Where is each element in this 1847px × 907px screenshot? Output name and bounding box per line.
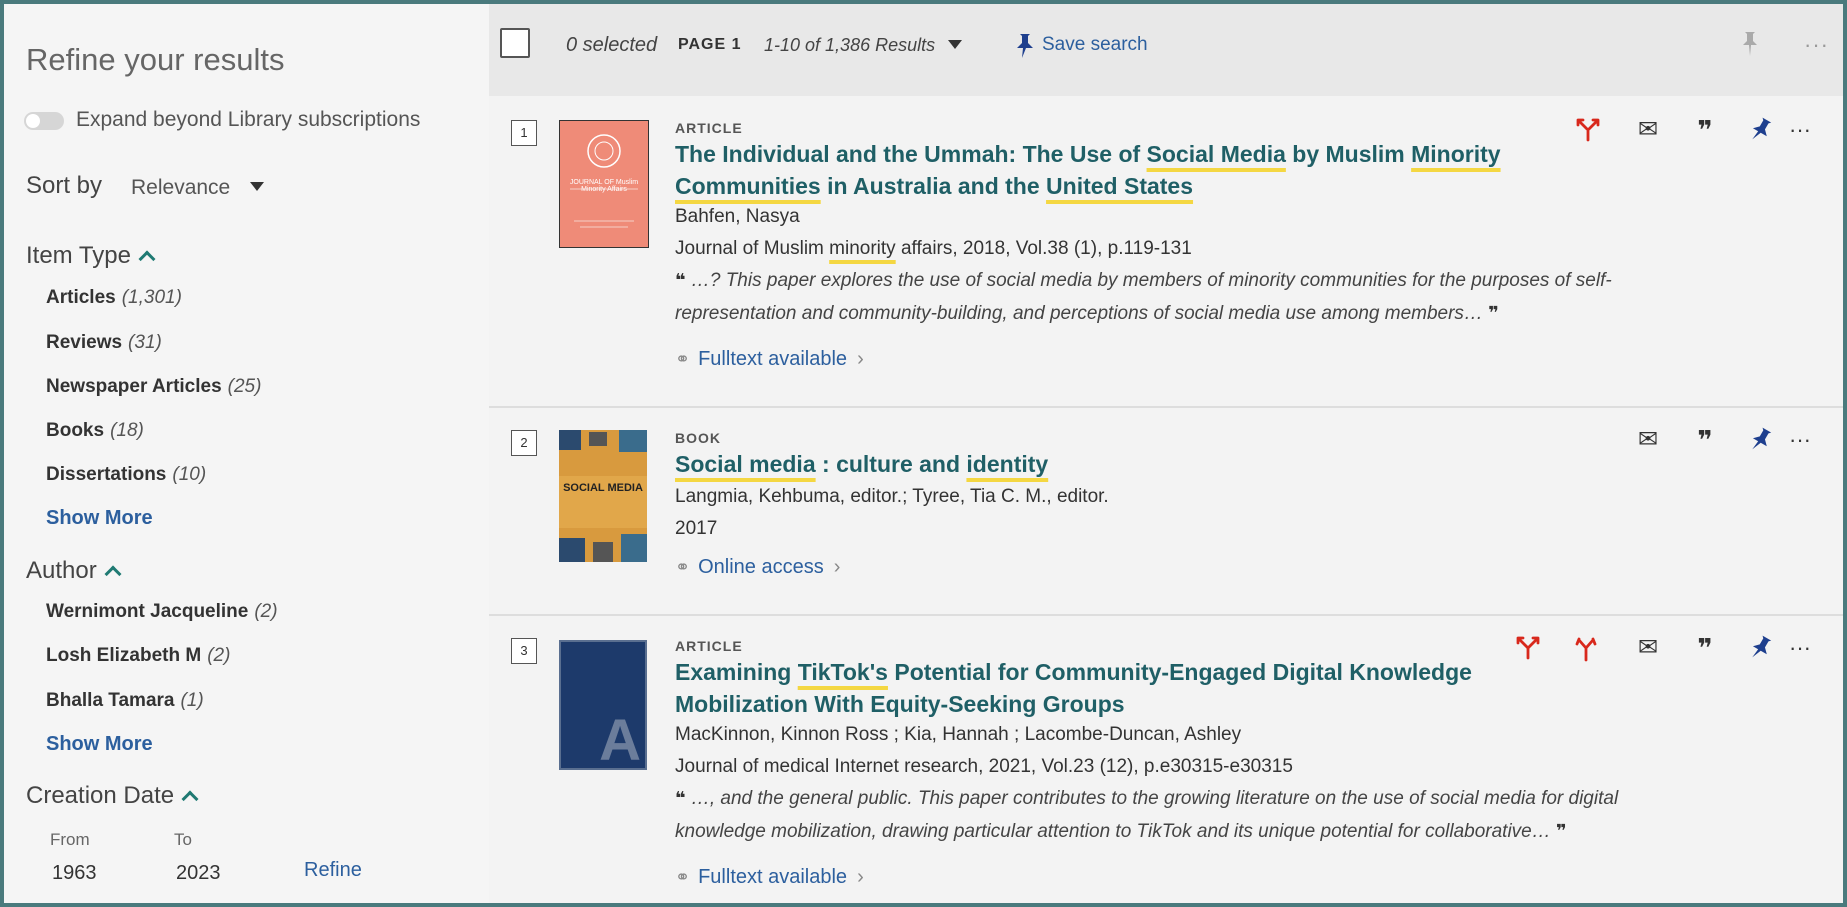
citation-icon[interactable]: ❞ [1690,426,1720,454]
facet-item-books[interactable]: Books (18) [46,420,144,442]
online-access-link[interactable]: ⚭ Online access › [675,556,840,579]
result-actions: ✉ ❞ ··· [1513,634,1813,662]
result-type: ARTICLE [675,638,743,654]
pin-icon[interactable] [1745,426,1775,454]
result-item-1[interactable]: 1 JOURNAL OF Muslim Minority Affairs ART… [489,98,1843,408]
pin-icon[interactable] [1745,634,1775,662]
expand-toggle[interactable] [24,112,64,130]
result-item-2[interactable]: 2 SOCIAL MEDIA BOOK Social media : cultu… [489,408,1843,616]
facet-heading-item-type[interactable]: Item Type [26,242,156,270]
result-title-link[interactable]: The Individual and the Ummah: The Use of… [675,138,1595,202]
citation-icon[interactable]: ❞ [1690,116,1720,144]
more-options-icon[interactable]: ··· [1785,116,1815,144]
result-thumbnail[interactable]: JOURNAL OF Muslim Minority Affairs [559,120,649,248]
item-type-show-more-link[interactable]: Show More [46,507,153,530]
selected-count: 0 selected [566,34,658,56]
chevron-right-icon: › [857,866,864,888]
result-number: 3 [511,638,537,664]
result-year: 2017 [675,518,718,539]
chevron-right-icon: › [833,556,841,578]
quote-open-icon: ❝ [675,270,686,290]
result-snippet: ❝ …? This paper explores the use of soci… [675,270,1612,324]
result-title-link[interactable]: Examining TikTok's Potential for Communi… [675,656,1595,720]
expand-toggle-label: Expand beyond Library subscriptions [76,108,421,131]
sidebar-title: Refine your results [26,42,285,77]
chevron-up-icon [181,790,199,808]
quote-close-icon: ❞ [1488,303,1499,323]
split-icon[interactable] [1571,634,1601,662]
facet-heading-creation-date[interactable]: Creation Date [26,782,199,810]
result-source: Journal of medical Internet research, 20… [675,756,1293,777]
sort-dropdown[interactable]: Relevance [131,176,230,200]
email-icon[interactable]: ✉ [1633,634,1663,662]
merge-icon[interactable] [1573,116,1603,144]
chevron-up-icon [138,250,156,268]
select-all-checkbox[interactable] [500,28,530,58]
facet-item-reviews[interactable]: Reviews (31) [46,332,162,354]
result-type: ARTICLE [675,120,743,136]
pin-icon[interactable] [1740,30,1760,58]
result-thumbnail[interactable]: SOCIAL MEDIA [559,430,647,562]
result-number: 2 [511,430,537,456]
result-actions: ✉ ❞ ··· [1573,116,1813,144]
link-icon: ⚭ [675,349,691,369]
fulltext-available-link[interactable]: ⚭ Fulltext available › [675,348,864,371]
chevron-right-icon: › [857,348,864,370]
date-to-input[interactable]: 2023 [176,862,221,885]
facet-item-author[interactable]: Losh Elizabeth M (2) [46,645,230,667]
page-indicator: PAGE 1 [678,36,742,53]
facet-item-newspaper-articles[interactable]: Newspaper Articles (25) [46,376,261,398]
date-from-input[interactable]: 1963 [52,862,97,885]
facet-sidebar: Refine your results Expand beyond Librar… [4,4,489,903]
email-icon[interactable]: ✉ [1633,116,1663,144]
fulltext-available-link[interactable]: ⚭ Fulltext available › [675,866,864,889]
chevron-up-icon [104,565,122,583]
app-frame: Refine your results Expand beyond Librar… [0,0,1847,907]
facet-item-author[interactable]: Wernimont Jacqueline (2) [46,601,278,623]
link-icon: ⚭ [675,867,691,887]
author-show-more-link[interactable]: Show More [46,733,153,756]
result-thumbnail[interactable]: A [559,640,647,770]
facet-item-author[interactable]: Bhalla Tamara (1) [46,690,204,712]
facet-heading-author[interactable]: Author [26,557,122,585]
result-author: Bahfen, Nasya [675,206,800,227]
result-author: MacKinnon, Kinnon Ross ; Kia, Hannah ; L… [675,724,1242,745]
caret-down-icon[interactable] [948,40,962,49]
more-options-icon[interactable]: ··· [1785,426,1815,454]
refine-date-button[interactable]: Refine [304,859,362,882]
sort-label: Sort by [26,172,103,199]
quote-close-icon: ❞ [1556,821,1567,841]
date-to-label: To [174,830,192,849]
save-search-button[interactable]: Save search [1042,34,1148,56]
result-number: 1 [511,120,537,146]
result-item-3[interactable]: 3 A ARTICLE Examining TikTok's Potential… [489,616,1843,903]
facet-item-dissertations[interactable]: Dissertations (10) [46,464,206,486]
result-actions: ✉ ❞ ··· [1573,426,1813,454]
pin-icon[interactable] [1745,116,1775,144]
email-icon[interactable]: ✉ [1633,426,1663,454]
cover-title: SOCIAL MEDIA [563,482,643,494]
result-author: Langmia, Kehbuma, editor.; Tyree, Tia C.… [675,486,1109,507]
cover-title: JOURNAL OF Muslim Minority Affairs [569,179,639,193]
merge-icon[interactable] [1513,634,1543,662]
date-from-label: From [50,830,90,849]
result-type: BOOK [675,430,721,446]
caret-down-icon[interactable] [250,182,264,191]
facet-item-articles[interactable]: Articles (1,301) [46,287,182,309]
pin-icon[interactable] [1014,32,1036,60]
result-title-link[interactable]: Social media : culture and identity [675,448,1595,480]
result-source: Journal of Muslim minority affairs, 2018… [675,238,1192,259]
more-options-icon[interactable]: ··· [1804,32,1829,58]
results-range-dropdown[interactable]: 1-10 of 1,386 Results [764,35,935,56]
cover-letter: A [599,708,641,770]
link-icon: ⚭ [675,557,691,577]
book-cover-image [559,430,647,562]
result-snippet: ❝ …, and the general public. This paper … [675,788,1619,842]
quote-open-icon: ❝ [675,788,686,808]
more-options-icon[interactable]: ··· [1785,634,1815,662]
citation-icon[interactable]: ❞ [1690,634,1720,662]
